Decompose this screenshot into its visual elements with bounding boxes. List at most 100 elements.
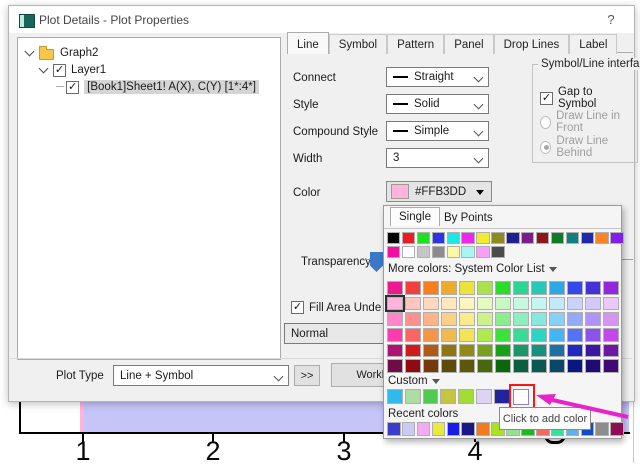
- width-dropdown[interactable]: 3: [386, 148, 489, 168]
- color-swatch[interactable]: [404, 328, 422, 342]
- color-swatch[interactable]: [494, 359, 512, 374]
- color-swatch[interactable]: [404, 359, 422, 374]
- color-swatch[interactable]: [602, 296, 619, 311]
- title-bar[interactable]: Plot Details - Plot Properties ?: [9, 6, 634, 33]
- more-colors-label[interactable]: More colors: System Color List: [388, 263, 557, 275]
- color-swatch[interactable]: [416, 422, 431, 436]
- color-swatch[interactable]: [422, 328, 440, 342]
- color-swatch[interactable]: [530, 328, 548, 342]
- connect-dropdown[interactable]: Straight: [386, 67, 489, 87]
- color-swatch[interactable]: [476, 359, 494, 374]
- compound-style-dropdown[interactable]: Simple: [386, 121, 489, 141]
- color-swatch[interactable]: [401, 232, 416, 244]
- color-swatch[interactable]: [458, 281, 476, 295]
- color-swatch[interactable]: [446, 246, 460, 258]
- draw-line-behind-radio[interactable]: [540, 140, 552, 154]
- gap-to-symbol-checkbox[interactable]: ✓: [540, 91, 553, 105]
- color-swatch[interactable]: [458, 296, 476, 311]
- color-swatch[interactable]: [602, 328, 619, 342]
- color-swatch[interactable]: [458, 359, 476, 374]
- color-swatch[interactable]: [440, 328, 458, 342]
- color-swatch[interactable]: [493, 389, 510, 404]
- color-swatch[interactable]: [422, 281, 440, 295]
- color-swatch[interactable]: [440, 359, 458, 374]
- color-swatch[interactable]: [446, 232, 460, 244]
- color-swatch[interactable]: [387, 328, 404, 342]
- color-swatch[interactable]: [476, 296, 494, 311]
- color-swatch[interactable]: [512, 296, 530, 311]
- color-swatch[interactable]: [461, 422, 476, 436]
- plot-type-dropdown[interactable]: Line + Symbol: [113, 365, 289, 386]
- color-swatch[interactable]: [458, 312, 476, 327]
- color-swatch[interactable]: [494, 296, 512, 311]
- color-swatch[interactable]: [580, 232, 594, 244]
- expand-chevron-icon[interactable]: [38, 63, 49, 74]
- dataset-checkbox[interactable]: ✓: [66, 80, 80, 94]
- color-swatch[interactable]: [458, 328, 476, 342]
- color-swatch[interactable]: [494, 328, 512, 342]
- color-swatch[interactable]: [548, 359, 566, 374]
- color-swatch[interactable]: [566, 281, 584, 295]
- color-swatch[interactable]: [476, 312, 494, 327]
- color-swatch[interactable]: [602, 359, 619, 374]
- color-swatch[interactable]: [610, 232, 624, 244]
- tree-item-label[interactable]: Layer1: [71, 64, 106, 76]
- custom-label[interactable]: Custom: [388, 375, 440, 387]
- color-swatch[interactable]: [431, 422, 446, 436]
- tab-label[interactable]: Label: [569, 34, 618, 54]
- color-swatch[interactable]: [440, 296, 458, 311]
- color-swatch[interactable]: [512, 312, 530, 327]
- color-swatch[interactable]: [440, 389, 457, 404]
- color-swatch[interactable]: [440, 281, 458, 295]
- color-swatch[interactable]: [416, 246, 431, 258]
- color-swatch[interactable]: [404, 281, 422, 295]
- tab-line[interactable]: Line: [287, 32, 329, 54]
- color-swatch[interactable]: [458, 389, 474, 404]
- tab-panel[interactable]: Panel: [444, 34, 494, 54]
- expand-chevron-icon[interactable]: [24, 46, 35, 57]
- color-swatch[interactable]: [387, 312, 404, 327]
- color-swatch[interactable]: [535, 232, 550, 244]
- color-swatch[interactable]: [548, 343, 566, 358]
- color-swatch[interactable]: [404, 296, 422, 311]
- color-swatch[interactable]: [584, 343, 602, 358]
- color-swatch[interactable]: [566, 343, 584, 358]
- color-swatch[interactable]: [476, 246, 490, 258]
- color-swatch[interactable]: [422, 312, 440, 327]
- color-swatch[interactable]: [566, 296, 584, 311]
- fill-area-checkbox[interactable]: ✓: [291, 301, 304, 314]
- color-swatch[interactable]: [458, 343, 476, 358]
- color-swatch[interactable]: [494, 312, 512, 327]
- color-swatch[interactable]: [422, 359, 440, 374]
- color-swatch[interactable]: [584, 312, 602, 327]
- color-swatch[interactable]: [401, 246, 416, 258]
- tree-item-layer1[interactable]: ✓ Layer1: [38, 62, 106, 78]
- color-swatch[interactable]: [404, 343, 422, 358]
- color-swatch[interactable]: [584, 359, 602, 374]
- color-swatch[interactable]: [491, 246, 505, 258]
- color-swatch[interactable]: [440, 312, 458, 327]
- color-swatch[interactable]: [431, 246, 446, 258]
- color-swatch[interactable]: [595, 422, 610, 436]
- color-swatch[interactable]: [461, 232, 475, 244]
- color-swatch[interactable]: [387, 281, 404, 295]
- picker-tab-by-points[interactable]: By Points: [436, 209, 501, 227]
- color-swatch[interactable]: [422, 389, 439, 404]
- help-button[interactable]: ?: [603, 12, 619, 27]
- color-swatch[interactable]: [387, 422, 401, 436]
- color-swatch[interactable]: [422, 343, 440, 358]
- color-swatch[interactable]: [475, 389, 492, 404]
- color-swatch[interactable]: [512, 359, 530, 374]
- transparency-slider-thumb[interactable]: [370, 252, 383, 272]
- color-swatch[interactable]: [404, 389, 421, 404]
- style-dropdown[interactable]: Solid: [386, 94, 489, 114]
- color-swatch[interactable]: [584, 296, 602, 311]
- color-swatch[interactable]: [404, 312, 422, 327]
- color-swatch[interactable]: [584, 281, 602, 295]
- color-swatch[interactable]: [446, 422, 461, 436]
- color-swatch[interactable]: [494, 343, 512, 358]
- color-swatch[interactable]: [530, 359, 548, 374]
- color-swatch[interactable]: [530, 296, 548, 311]
- tree-item-label-selected[interactable]: [Book1]Sheet1! A(X), C(Y) [1*:4*]: [84, 80, 259, 94]
- color-swatch[interactable]: [595, 232, 609, 244]
